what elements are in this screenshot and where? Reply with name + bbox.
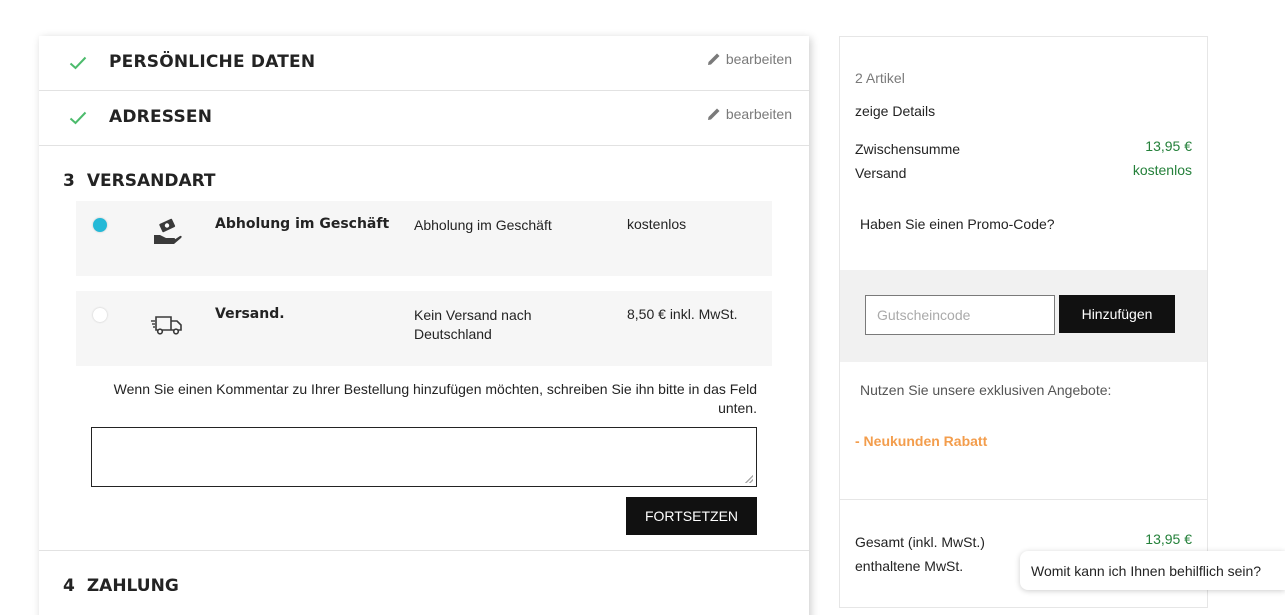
- shipping-value: kostenlos: [1132, 162, 1192, 178]
- promo-code-toggle[interactable]: Haben Sie einen Promo-Code?: [860, 216, 1055, 232]
- step-payment[interactable]: 4 Zahlung: [39, 551, 809, 611]
- carrier-option-shipping[interactable]: Versand. Kein Versand nach Deutschland 8…: [76, 291, 772, 366]
- step-number: 3: [63, 171, 75, 191]
- step-personal-data[interactable]: Persönliche Daten bearbeiten: [39, 36, 809, 91]
- offer-new-customer[interactable]: - Neukunden Rabatt: [855, 433, 987, 449]
- step-title-personal: Persönliche Daten: [109, 52, 316, 72]
- chat-prompt-bubble[interactable]: Womit kann ich Ihnen behilflich sein?: [1020, 551, 1285, 590]
- carrier-name-pickup: Abholung im Geschäft: [215, 216, 390, 232]
- carrier-option-pickup[interactable]: Abholung im Geschäft Abholung im Geschäf…: [76, 201, 772, 276]
- step-title-payment: 4 Zahlung: [63, 576, 179, 596]
- carrier-radio-pickup[interactable]: [93, 218, 107, 232]
- check-icon: [69, 111, 87, 125]
- show-details-link[interactable]: zeige Details: [855, 103, 935, 119]
- edit-personal-label: bearbeiten: [725, 51, 792, 67]
- comment-label: Wenn Sie einen Kommentar zu Ihrer Bestel…: [113, 381, 757, 416]
- step-title-addresses: Adressen: [109, 107, 213, 127]
- check-icon: [69, 56, 87, 70]
- step-shipping: 3 Versandart Abholung im Geschäft Abholun…: [39, 146, 809, 551]
- step-title-text: Zahlung: [86, 576, 179, 596]
- promo-code-area: Gutscheincode Hinzufügen: [840, 270, 1207, 362]
- carrier-radio-shipping[interactable]: [93, 308, 107, 322]
- shipping-label: Versand: [855, 165, 907, 181]
- subtotal-value: 13,95 €: [1145, 138, 1192, 154]
- chat-prompt-text: Womit kann ich Ihnen behilflich sein?: [1031, 562, 1262, 579]
- step-number: 4: [63, 576, 75, 596]
- carrier-price-shipping: 8,50 € inkl. MwSt.: [627, 306, 738, 322]
- edit-addresses-link[interactable]: bearbeiten: [707, 106, 792, 122]
- carrier-name-shipping: Versand.: [215, 306, 285, 322]
- subtotal-label: Zwischensumme: [855, 141, 961, 157]
- edit-addresses-label: bearbeiten: [725, 106, 792, 122]
- continue-button[interactable]: Fortsetzen: [626, 497, 757, 535]
- hand-money-icon: [154, 218, 182, 244]
- checkout-steps: Persönliche Daten bearbeiten Adressen be…: [39, 36, 809, 615]
- step-title-shipping: 3 Versandart: [63, 171, 216, 191]
- carrier-delay-pickup: Abholung im Geschäft: [414, 217, 552, 233]
- step-title-text: Versandart: [86, 171, 216, 191]
- carrier-delay-shipping: Kein Versand nach Deutschland: [414, 307, 532, 342]
- total-value: 13,95 €: [1145, 531, 1192, 547]
- comment-textarea[interactable]: [91, 427, 757, 487]
- pencil-icon: [707, 53, 720, 65]
- summary-divider: [840, 499, 1207, 500]
- tax-label: enthaltene MwSt.: [855, 558, 964, 574]
- delivery-truck-icon: [151, 316, 182, 335]
- promo-code-input[interactable]: Gutscheincode: [865, 295, 1055, 335]
- items-count: 2 Artikel: [855, 70, 905, 86]
- edit-personal-link[interactable]: bearbeiten: [707, 51, 792, 67]
- promo-add-button[interactable]: Hinzufügen: [1059, 295, 1175, 333]
- total-label: Gesamt (inkl. MwSt.): [855, 534, 985, 550]
- step-addresses[interactable]: Adressen bearbeiten: [39, 91, 809, 146]
- carrier-price-pickup: kostenlos: [627, 216, 687, 232]
- cart-summary: 2 Artikel zeige Details Zwischensumme 13…: [839, 36, 1208, 608]
- pencil-icon: [707, 108, 720, 120]
- offers-title: Nutzen Sie unsere exklusiven Angebote:: [860, 382, 1112, 398]
- resize-handle-icon[interactable]: [745, 475, 753, 483]
